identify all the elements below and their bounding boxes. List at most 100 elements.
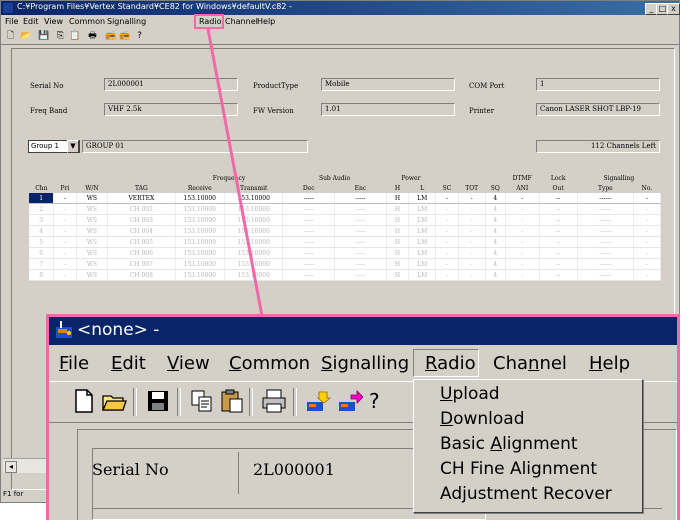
- table-cell[interactable]: ------: [577, 247, 634, 259]
- table-cell[interactable]: -: [435, 258, 459, 270]
- table-cell[interactable]: -: [458, 269, 486, 281]
- table-row[interactable]: 2- WS CH 002 153.10000 153.10000 ----- ----- H L…: [29, 203, 662, 215]
- table-cell[interactable]: 153.10000: [175, 258, 225, 270]
- table-cell[interactable]: -: [53, 193, 77, 204]
- table-cell[interactable]: 5: [29, 236, 55, 248]
- table-cell[interactable]: H: [386, 193, 410, 204]
- table-cell[interactable]: ------: [577, 225, 634, 237]
- table-row[interactable]: 8- WS CH 008 153.10000 153.10000 ----- ----- H L…: [29, 269, 662, 281]
- table-row[interactable]: 3- WS CH 003 153.10000 153.10000 ----- ----- H L…: [29, 214, 662, 226]
- help-icon[interactable]: ?: [134, 31, 145, 42]
- table-cell[interactable]: 4: [485, 225, 506, 237]
- upload-radio-icon[interactable]: [305, 388, 331, 414]
- table-cell[interactable]: 153.10000: [224, 258, 284, 270]
- table-cell[interactable]: -: [53, 203, 77, 215]
- help-icon[interactable]: ?: [369, 388, 381, 414]
- table-cell[interactable]: CH 002: [107, 203, 176, 215]
- table-cell[interactable]: LM: [408, 203, 437, 215]
- table-cell[interactable]: LM: [408, 225, 437, 237]
- table-cell[interactable]: ------: [577, 203, 634, 215]
- menu-item-basic-alignment[interactable]: Basic Alignment: [440, 434, 578, 454]
- table-cell[interactable]: WS: [76, 269, 109, 281]
- table-cell[interactable]: -: [505, 269, 540, 281]
- table-cell[interactable]: 153.10000: [224, 225, 284, 237]
- table-cell[interactable]: 153.10000: [224, 193, 284, 204]
- table-cell[interactable]: H: [386, 236, 410, 248]
- table-cell[interactable]: WS: [76, 203, 109, 215]
- menu-common[interactable]: Common: [229, 353, 310, 374]
- table-cell[interactable]: WS: [76, 214, 109, 226]
- table-cell[interactable]: H: [386, 203, 410, 215]
- bg-menu-channel[interactable]: Channel: [225, 17, 258, 26]
- table-cell[interactable]: WS: [76, 247, 109, 259]
- table-cell[interactable]: 153.10000: [175, 193, 225, 204]
- download-radio-icon[interactable]: 📻: [119, 31, 130, 42]
- menu-item-adjustment-recover[interactable]: Adjustment Recover: [440, 484, 612, 504]
- table-cell[interactable]: 1: [29, 193, 55, 204]
- copy-icon[interactable]: [189, 388, 215, 414]
- table-cell[interactable]: -: [633, 203, 662, 215]
- table-cell[interactable]: -: [53, 247, 77, 259]
- table-cell[interactable]: -: [435, 225, 459, 237]
- table-cell[interactable]: 153.10000: [175, 203, 225, 215]
- menu-signalling[interactable]: Signalling: [321, 353, 409, 374]
- table-cell[interactable]: 4: [485, 214, 506, 226]
- table-cell[interactable]: H: [386, 247, 410, 259]
- table-cell[interactable]: -: [505, 225, 540, 237]
- table-cell[interactable]: --: [539, 258, 578, 270]
- table-cell[interactable]: -: [505, 236, 540, 248]
- table-cell[interactable]: -: [53, 269, 77, 281]
- table-cell[interactable]: 4: [485, 269, 506, 281]
- table-cell[interactable]: --: [539, 203, 578, 215]
- table-cell[interactable]: -: [435, 269, 459, 281]
- table-cell[interactable]: 153.10000: [224, 236, 284, 248]
- table-cell[interactable]: CH 004: [107, 225, 176, 237]
- table-cell[interactable]: ------: [577, 269, 634, 281]
- table-row[interactable]: 7- WS CH 007 153.10000 153.10000 ----- ----- H L…: [29, 258, 662, 270]
- table-cell[interactable]: -: [53, 258, 77, 270]
- table-cell[interactable]: -: [633, 258, 662, 270]
- table-cell[interactable]: --: [539, 225, 578, 237]
- print-icon[interactable]: 🖶: [87, 31, 98, 42]
- table-cell[interactable]: WS: [76, 258, 109, 270]
- table-cell[interactable]: -----: [282, 247, 336, 259]
- table-cell[interactable]: -: [435, 193, 459, 204]
- upload-radio-icon[interactable]: 📻: [105, 31, 116, 42]
- table-cell[interactable]: 7: [29, 258, 55, 270]
- table-cell[interactable]: 153.10000: [224, 247, 284, 259]
- table-cell[interactable]: -: [633, 193, 662, 204]
- table-cell[interactable]: LM: [408, 247, 437, 259]
- table-cell[interactable]: -: [505, 258, 540, 270]
- table-cell[interactable]: -: [458, 225, 486, 237]
- table-cell[interactable]: CH 005: [107, 236, 176, 248]
- table-cell[interactable]: 153.10000: [175, 214, 225, 226]
- table-cell[interactable]: --: [539, 214, 578, 226]
- table-cell[interactable]: 153.10000: [175, 225, 225, 237]
- table-cell[interactable]: -: [458, 247, 486, 259]
- table-cell[interactable]: H: [386, 225, 410, 237]
- table-cell[interactable]: -----: [334, 214, 387, 226]
- table-cell[interactable]: --: [539, 193, 578, 204]
- table-cell[interactable]: 153.10000: [175, 247, 225, 259]
- table-cell[interactable]: CH 007: [107, 258, 176, 270]
- table-cell[interactable]: H: [386, 269, 410, 281]
- table-cell[interactable]: -----: [334, 203, 387, 215]
- menu-file[interactable]: File: [59, 353, 89, 374]
- table-cell[interactable]: LM: [408, 258, 437, 270]
- paste-icon[interactable]: [219, 388, 245, 414]
- table-cell[interactable]: -----: [334, 247, 387, 259]
- table-cell[interactable]: -: [633, 247, 662, 259]
- table-cell[interactable]: -----: [334, 258, 387, 270]
- table-cell[interactable]: -: [505, 247, 540, 259]
- table-cell[interactable]: ------: [577, 236, 634, 248]
- save-disk-icon[interactable]: [145, 388, 171, 414]
- table-cell[interactable]: -: [633, 214, 662, 226]
- table-cell[interactable]: -----: [282, 214, 336, 226]
- menu-edit[interactable]: Edit: [111, 353, 146, 374]
- table-cell[interactable]: 4: [485, 258, 506, 270]
- menu-item-upload[interactable]: Upload: [440, 384, 500, 404]
- table-cell[interactable]: 153.10000: [175, 236, 225, 248]
- table-cell[interactable]: -: [505, 203, 540, 215]
- table-row[interactable]: 1- WS VERTEX 153.10000 153.10000 ----- ----- H L…: [29, 193, 662, 204]
- table-cell[interactable]: -: [53, 225, 77, 237]
